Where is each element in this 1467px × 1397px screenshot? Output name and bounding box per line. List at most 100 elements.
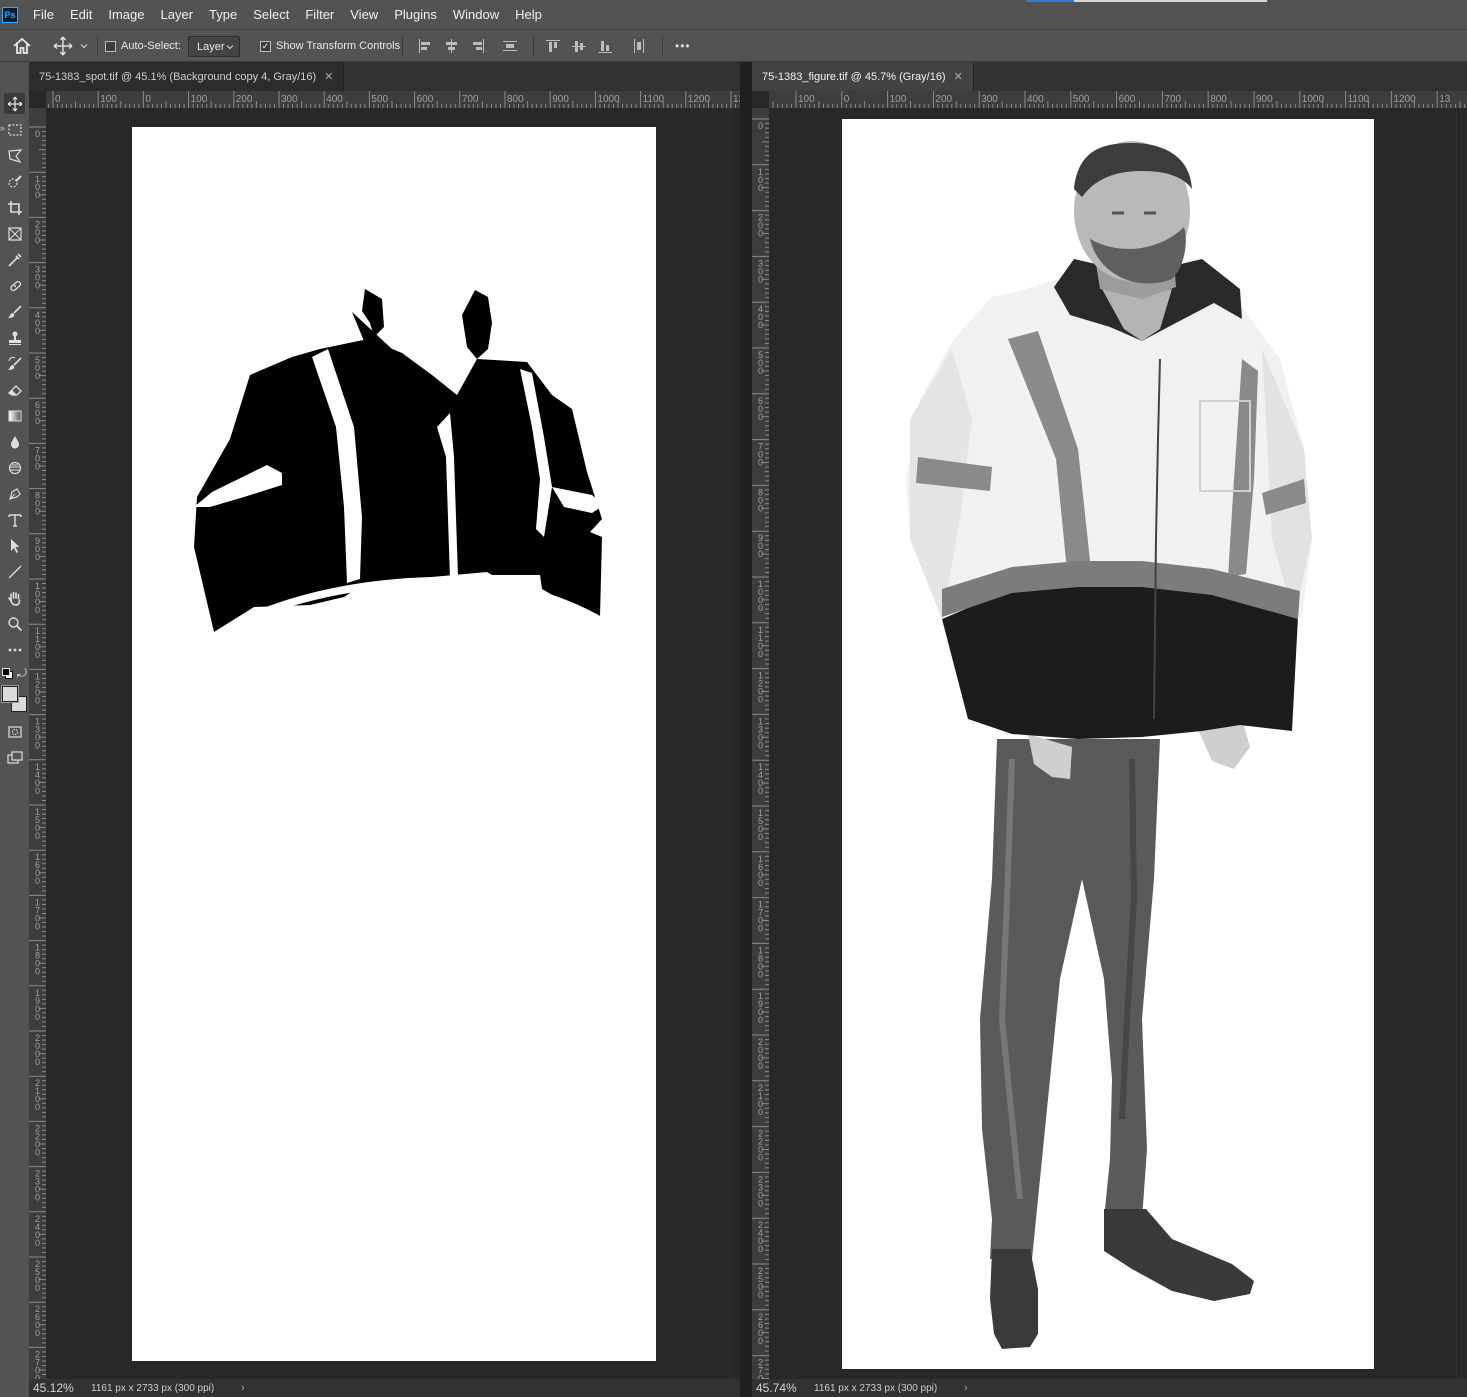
close-tab-icon[interactable]: ✕ <box>954 70 963 83</box>
menu-window[interactable]: Window <box>445 7 507 22</box>
menu-layer[interactable]: Layer <box>153 7 202 22</box>
jacket-mask-silhouette <box>194 289 604 639</box>
auto-select-target-dropdown[interactable]: Layer <box>188 36 240 57</box>
menu-select[interactable]: Select <box>245 7 297 22</box>
menu-type[interactable]: Type <box>201 7 245 22</box>
frame-icon[interactable] <box>4 223 25 244</box>
default-colors-icon[interactable] <box>2 668 13 679</box>
ruler-label: 2500 <box>758 1266 763 1300</box>
hand-icon[interactable] <box>4 587 25 608</box>
dodge-icon[interactable] <box>4 457 25 478</box>
more-options-icon[interactable]: ••• <box>675 30 691 62</box>
document-image-figure-photo[interactable] <box>842 119 1374 1369</box>
ruler-label: 1200 <box>758 671 763 705</box>
document-canvas[interactable] <box>770 108 1467 1379</box>
ruler-label: 300 <box>281 94 298 105</box>
align-top-edges-icon[interactable] <box>546 39 562 53</box>
ruler-label: 200 <box>935 94 952 105</box>
ruler-label: 0 <box>35 129 40 139</box>
ruler-label: 1700 <box>35 897 40 931</box>
align-horizontal-centers-icon[interactable] <box>444 39 460 53</box>
photoshop-logo-icon[interactable]: Ps <box>2 6 18 23</box>
ruler-label: 1500 <box>758 808 763 842</box>
horizontal-ruler[interactable]: 100 0 100 200 300 400 500 600 700 800 900 1000 1100 1… <box>769 91 1467 109</box>
status-menu-arrow-icon[interactable]: › <box>241 1382 245 1394</box>
menu-image[interactable]: Image <box>100 7 152 22</box>
distribute-horizontally-icon[interactable] <box>632 39 648 53</box>
menu-view[interactable]: View <box>342 7 386 22</box>
horizontal-ruler[interactable]: 0 100 0 100 200 300 400 500 600 700 800 900 1000 1100… <box>46 91 740 109</box>
ruler-label: 900 <box>1256 94 1273 105</box>
menu-bar: Ps File Edit Image Layer Type Select Fil… <box>0 0 1467 29</box>
ruler-label: 600 <box>417 94 434 105</box>
home-button[interactable] <box>12 30 32 62</box>
ruler-label: 800 <box>35 491 40 517</box>
ruler-label: 700 <box>1164 94 1181 105</box>
options-bar: Auto-Select: Layer ✓ Show Transform Cont… <box>0 29 1467 62</box>
polygonal-lasso-icon[interactable] <box>4 145 25 166</box>
align-right-edges-icon[interactable] <box>470 39 486 53</box>
eraser-icon[interactable] <box>4 379 25 400</box>
move-icon <box>53 36 73 56</box>
foreground-color-swatch[interactable] <box>1 685 19 703</box>
document-tab-title: 75-1383_spot.tif @ 45.1% (Background cop… <box>39 70 317 83</box>
align-left-edges-icon[interactable] <box>418 39 434 53</box>
align-vertical-centers-icon[interactable] <box>572 39 588 53</box>
ruler-label: 900 <box>552 94 569 105</box>
ruler-label: 1100 <box>643 94 665 105</box>
document-tab-spot[interactable]: 75-1383_spot.tif @ 45.1% (Background cop… <box>29 62 345 91</box>
align-bottom-edges-icon[interactable] <box>598 39 614 53</box>
ruler-label: 2600 <box>758 1312 763 1346</box>
eyedropper-icon[interactable] <box>4 249 25 270</box>
document-dimensions: 1161 px x 2733 px (300 ppi) <box>814 1382 938 1394</box>
screen-mode-icon[interactable] <box>4 747 25 768</box>
line-icon[interactable] <box>4 561 25 582</box>
status-menu-arrow-icon[interactable]: › <box>964 1382 968 1394</box>
menu-file[interactable]: File <box>25 7 62 22</box>
vertical-ruler[interactable]: 0 100 200 300 400 500 600 700 800 900 1000 1100 1200… <box>29 108 47 1379</box>
ruler-label: 13 <box>1439 94 1451 105</box>
zoom-icon[interactable] <box>4 613 25 634</box>
crop-icon[interactable] <box>4 197 25 218</box>
move-tool-preset-picker[interactable] <box>53 30 89 62</box>
document-image-spot-mask[interactable] <box>132 127 656 1361</box>
show-transform-controls-checkbox[interactable]: ✓ Show Transform Controls <box>260 30 400 62</box>
type-icon[interactable] <box>4 509 25 530</box>
show-transform-label: Show Transform Controls <box>276 40 401 52</box>
vertical-ruler[interactable]: 0 100 200 300 400 500 600 700 800 900 1000 1100 1200… <box>752 108 770 1379</box>
edit-toolbar-icon[interactable] <box>4 639 25 660</box>
quick-mask-icon[interactable] <box>4 721 25 742</box>
menu-filter[interactable]: Filter <box>297 7 342 22</box>
ruler-label: 1600 <box>758 854 763 888</box>
document-tab-row: 75-1383_spot.tif @ 45.1% (Background cop… <box>29 62 740 91</box>
zoom-level[interactable]: 45.74% <box>752 1381 814 1395</box>
ruler-label: 1200 <box>688 94 711 105</box>
ruler-label: 1600 <box>35 852 40 886</box>
path-selection-icon[interactable] <box>4 535 25 556</box>
swap-colors-icon[interactable]: ⤾ <box>17 666 27 681</box>
panel-divider[interactable] <box>740 62 752 1397</box>
ruler-label: 200 <box>236 94 253 105</box>
close-tab-icon[interactable]: ✕ <box>324 70 333 83</box>
menu-plugins[interactable]: Plugins <box>386 7 445 22</box>
history-brush-icon[interactable] <box>4 353 25 374</box>
brush-icon[interactable] <box>4 301 25 322</box>
separator <box>662 36 663 56</box>
tools-panel: » ⤾ <box>0 62 29 1397</box>
menu-help[interactable]: Help <box>507 7 550 22</box>
spot-healing-brush-icon[interactable] <box>4 275 25 296</box>
document-canvas[interactable] <box>47 108 740 1379</box>
clone-stamp-icon[interactable] <box>4 327 25 348</box>
zoom-level[interactable]: 45.12% <box>29 1381 91 1395</box>
pen-icon[interactable] <box>4 483 25 504</box>
vertical-scrollbar[interactable] <box>1456 108 1467 1379</box>
document-tab-figure[interactable]: 75-1383_figure.tif @ 45.7% (Gray/16) ✕ <box>752 62 974 91</box>
rectangular-marquee-icon[interactable] <box>4 119 25 140</box>
auto-select-checkbox[interactable]: Auto-Select: <box>105 30 181 62</box>
menu-edit[interactable]: Edit <box>62 7 100 22</box>
blur-icon[interactable] <box>4 431 25 452</box>
distribute-vertically-icon[interactable] <box>503 39 519 53</box>
gradient-icon[interactable] <box>4 405 25 426</box>
move-tool-icon[interactable] <box>4 93 25 114</box>
quick-selection-icon[interactable] <box>4 171 25 192</box>
